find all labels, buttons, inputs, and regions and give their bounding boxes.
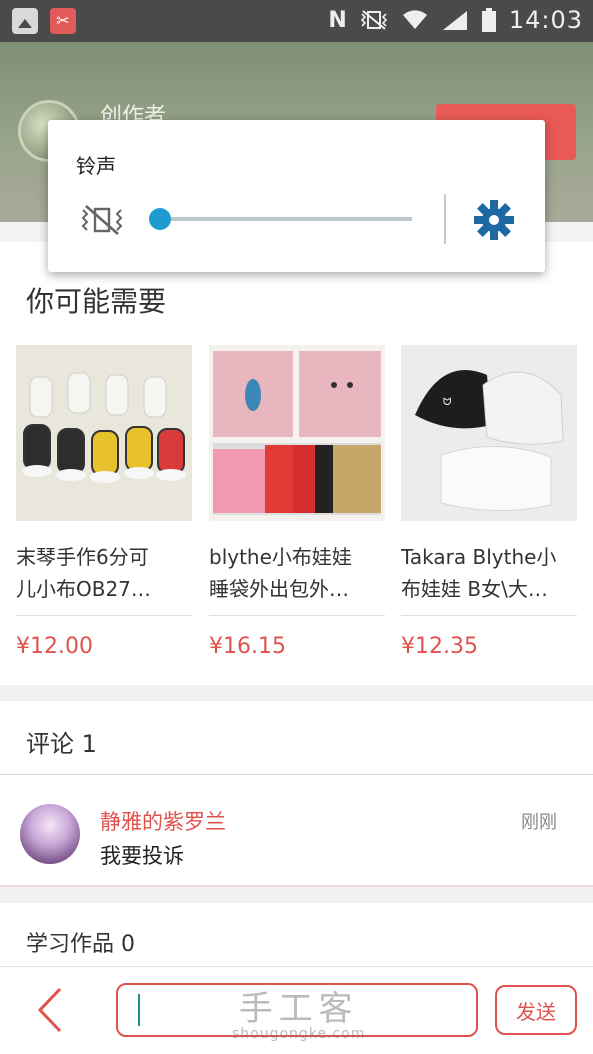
scissors-icon: ✂ [50, 8, 76, 34]
divider [401, 615, 577, 616]
comments-title: 评论 1 [26, 730, 97, 758]
volume-track[interactable] [156, 217, 412, 221]
divider [209, 615, 385, 616]
recommend-title: 你可能需要 [26, 285, 167, 318]
comment-input[interactable] [116, 983, 478, 1037]
product-card[interactable]: 末琴手作6分可 儿小布OB27… ¥12.00 [16, 345, 192, 659]
nfc-icon: N [328, 7, 347, 33]
product-name: Takara Blythe小 布娃娃 B女\大… [401, 545, 557, 601]
divider [0, 774, 593, 775]
clock: 14:03 [508, 6, 583, 34]
product-name: 末琴手作6分可 儿小布OB27… [16, 545, 151, 601]
volume-title: 铃声 [76, 154, 116, 178]
volume-separator [444, 194, 446, 244]
product-price: ¥12.00 [16, 634, 93, 659]
product-card[interactable]: blythe小布娃娃 睡袋外出包外… ¥16.15 [209, 345, 385, 659]
volume-dialog: 铃声 [48, 120, 545, 272]
vibrate-icon [360, 10, 387, 30]
product-price: ¥12.35 [401, 634, 478, 659]
divider [16, 615, 192, 616]
product-price: ¥16.15 [209, 634, 286, 659]
bottom-input-bar: 手工客 shougongke.com 发送 [0, 966, 593, 1054]
status-bar: ✂ N 14:03 [0, 0, 593, 42]
vibrate-mute-icon[interactable] [78, 202, 126, 238]
svg-text:ᗢ: ᗢ [443, 397, 451, 408]
commenter-avatar[interactable] [20, 804, 80, 864]
product-image[interactable]: ᗢ [401, 345, 577, 521]
product-list: 末琴手作6分可 儿小布OB27… ¥12.00 blythe小布娃娃 睡袋外出包… [16, 345, 578, 665]
commenter-name[interactable]: 静雅的紫罗兰 [100, 806, 226, 836]
send-button[interactable]: 发送 [495, 985, 577, 1035]
product-image[interactable] [209, 345, 385, 521]
wifi-icon [402, 10, 427, 29]
signal-icon [442, 11, 467, 30]
back-arrow-icon[interactable] [30, 985, 70, 1035]
product-name: blythe小布娃娃 睡袋外出包外… [209, 545, 352, 601]
gallery-icon [12, 8, 38, 34]
text-caret [138, 994, 140, 1026]
comment-time: 刚刚 [521, 812, 557, 833]
comment-text: 我要投诉 [100, 844, 184, 868]
volume-slider-thumb[interactable] [149, 208, 171, 230]
battery-icon [481, 8, 496, 32]
gear-icon[interactable] [472, 198, 516, 242]
section-gap [0, 887, 593, 903]
section-gap [0, 685, 593, 701]
product-image[interactable] [16, 345, 192, 521]
product-card[interactable]: ᗢ Takara Blythe小 布娃娃 B女\大… ¥12.35 [401, 345, 577, 659]
works-title: 学习作品 0 [26, 932, 135, 957]
